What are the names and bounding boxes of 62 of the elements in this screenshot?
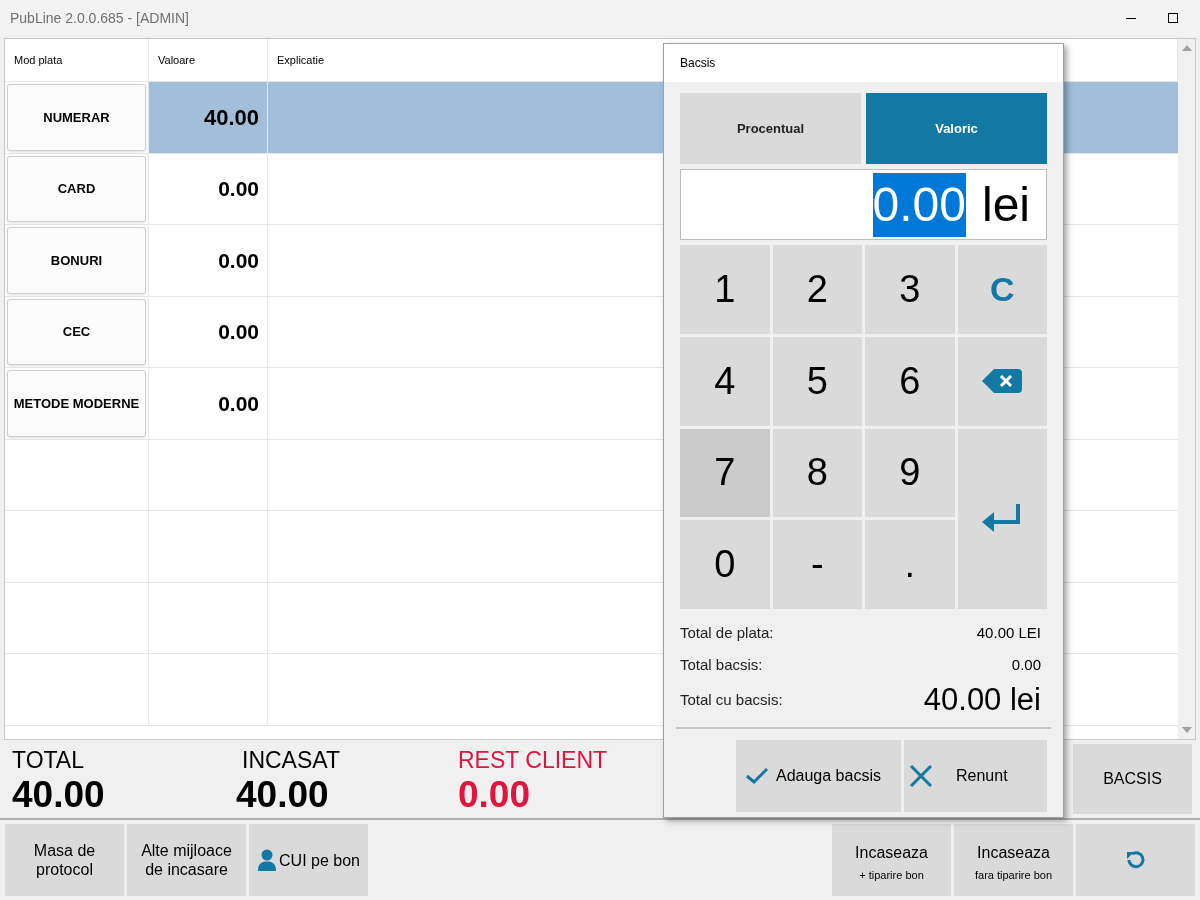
mode-tab[interactable]: Valoric bbox=[866, 93, 1047, 164]
clear-key[interactable]: C bbox=[957, 245, 1047, 334]
payment-method-button[interactable]: CARD bbox=[7, 155, 146, 222]
keypad-key[interactable]: 7 bbox=[680, 428, 770, 518]
amount-field[interactable]: 0.00 lei bbox=[680, 169, 1047, 240]
minimize-icon[interactable] bbox=[1126, 17, 1136, 19]
undo-icon bbox=[1124, 849, 1147, 871]
column-header: Explicatie bbox=[277, 52, 325, 68]
action-button[interactable]: CUI pe bon bbox=[249, 824, 368, 896]
bacsis-button[interactable]: BACSIS bbox=[1073, 744, 1192, 814]
summary-value: 40.00 bbox=[12, 774, 106, 816]
scroll-down-arrow-icon[interactable] bbox=[1181, 727, 1192, 733]
keypad-key[interactable]: 9 bbox=[865, 428, 955, 518]
action-button[interactable]: Alte mijloace de incasare bbox=[127, 824, 246, 896]
payment-method-button[interactable]: NUMERAR bbox=[7, 84, 146, 151]
action-button[interactable]: Masa de protocol bbox=[5, 824, 124, 896]
total-value: 40.00 lei bbox=[923, 680, 1042, 719]
backspace-key[interactable] bbox=[957, 336, 1047, 426]
add-tip-button[interactable]: Adauga bacsis bbox=[736, 740, 901, 812]
summary-label: INCASAT bbox=[241, 746, 340, 774]
total-label: Total de plata: bbox=[680, 622, 774, 643]
value-cell-text: 0.00 bbox=[218, 176, 259, 202]
scroll-up-arrow-icon[interactable] bbox=[1181, 45, 1192, 51]
summary-value: 0.00 bbox=[458, 774, 531, 816]
keypad-key[interactable]: 4 bbox=[680, 336, 770, 426]
total-label: Total cu bacsis: bbox=[680, 689, 783, 710]
checkmark-icon bbox=[746, 768, 768, 784]
keypad-key[interactable]: 2 bbox=[772, 245, 862, 334]
keypad-key[interactable]: 0 bbox=[680, 520, 770, 609]
maximize-icon[interactable] bbox=[1168, 13, 1178, 23]
payment-method-button[interactable]: BONURI bbox=[7, 227, 146, 294]
payment-method-button[interactable]: METODE MODERNE bbox=[7, 370, 146, 437]
keypad-key[interactable]: - bbox=[772, 520, 862, 609]
keypad-key[interactable]: 6 bbox=[865, 336, 955, 426]
total-value: 40.00 LEI bbox=[976, 622, 1042, 643]
enter-icon bbox=[982, 503, 1023, 534]
window-title: PubLine 2.0.0.685 - [ADMIN] bbox=[10, 8, 189, 28]
summary-label: TOTAL bbox=[12, 746, 85, 774]
column-header: Mod plata bbox=[14, 52, 63, 68]
keypad-key[interactable]: 5 bbox=[772, 336, 862, 426]
cancel-button[interactable]: Renunt bbox=[904, 740, 1047, 812]
value-cell-text: 40.00 bbox=[203, 103, 259, 132]
close-icon bbox=[910, 765, 932, 787]
action-button[interactable]: Incaseaza + tiparire bon bbox=[832, 824, 951, 896]
scrollbar[interactable] bbox=[1178, 39, 1195, 739]
action-button[interactable]: Incaseaza fara tiparire bon bbox=[954, 824, 1073, 896]
column-header: Valoare bbox=[158, 52, 196, 68]
value-cell-text: 0.00 bbox=[218, 390, 259, 417]
total-value: 0.00 bbox=[1011, 654, 1042, 675]
mode-tab[interactable]: Procentual bbox=[680, 93, 861, 164]
summary-label: REST CLIENT bbox=[458, 746, 608, 774]
keypad-key[interactable]: 3 bbox=[865, 245, 955, 334]
summary-value: 40.00 bbox=[236, 774, 329, 816]
value-cell-text: 0.00 bbox=[218, 319, 259, 345]
keypad-key[interactable]: . bbox=[865, 520, 955, 609]
keypad-key[interactable]: 1 bbox=[680, 245, 770, 334]
backspace-icon bbox=[982, 369, 1023, 394]
dialog-title: Bacsis bbox=[680, 55, 716, 72]
keypad-key[interactable]: 8 bbox=[772, 428, 862, 518]
value-cell-text: 0.00 bbox=[218, 247, 259, 274]
total-label: Total bacsis: bbox=[680, 654, 763, 675]
payment-method-button[interactable]: CEC bbox=[7, 298, 146, 365]
